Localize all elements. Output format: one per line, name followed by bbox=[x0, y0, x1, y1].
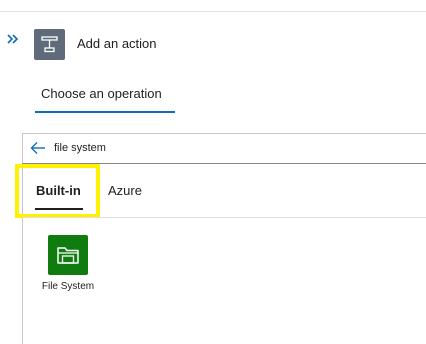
action-trigger-icon bbox=[34, 29, 65, 60]
tab-built-in-underline bbox=[35, 208, 83, 210]
top-divider bbox=[0, 11, 426, 12]
tab-active-underline bbox=[35, 111, 175, 113]
back-arrow-icon[interactable] bbox=[30, 141, 46, 155]
tab-choose-operation-label: Choose an operation bbox=[41, 86, 162, 101]
search-input[interactable] bbox=[54, 140, 414, 156]
tab-azure[interactable]: Azure bbox=[108, 183, 142, 198]
double-chevron-right-icon[interactable] bbox=[6, 32, 20, 44]
tab-choose-operation[interactable]: Choose an operation bbox=[35, 84, 175, 114]
tabs-divider bbox=[23, 217, 426, 218]
tab-built-in[interactable]: Built-in bbox=[36, 183, 81, 198]
connector-file-system[interactable]: File System bbox=[36, 233, 100, 297]
search-bar bbox=[22, 133, 426, 164]
page-title: Add an action bbox=[77, 36, 157, 51]
folder-icon bbox=[48, 235, 88, 275]
connector-label: File System bbox=[41, 281, 95, 292]
